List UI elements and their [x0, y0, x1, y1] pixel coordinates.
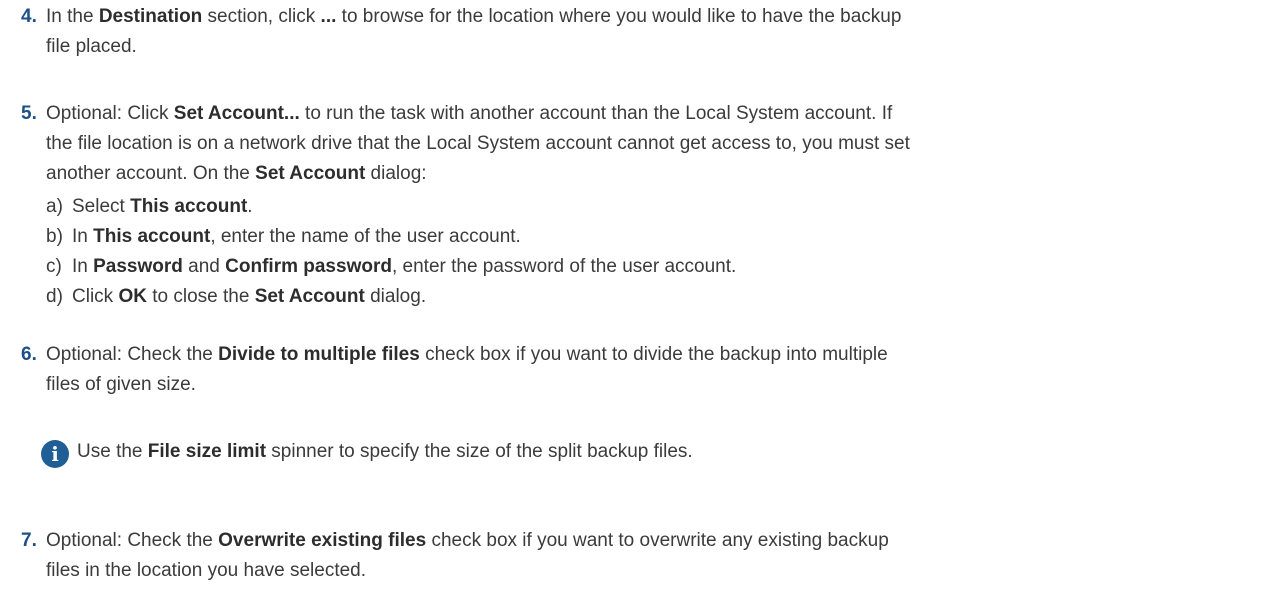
step-text: Optional: Check the Divide to multiple f… — [46, 344, 888, 395]
substep-d: d) Click OK to close the Set Account dial… — [46, 286, 427, 307]
note-text: Use the File size limit spinner to speci… — [77, 441, 693, 462]
substep-b: b) In This account, enter the name of the… — [46, 226, 521, 247]
set-account-term: Set Account... — [173, 103, 300, 124]
step-text: In the Destination section, click ... to… — [46, 6, 902, 57]
destination-term: Destination — [98, 6, 203, 27]
step-text: Optional: Check the Overwrite existing f… — [46, 530, 889, 581]
info-icon: i — [41, 440, 69, 468]
substep-c: c) In Password and Confirm password, ente… — [46, 256, 737, 277]
substep-a: a) Select This account. — [46, 196, 253, 217]
step-number: 4. — [21, 6, 37, 27]
step-number: 5. — [21, 103, 37, 124]
overwrite-files-term: Overwrite existing files — [218, 530, 427, 551]
divide-files-term: Divide to multiple files — [218, 344, 420, 365]
step-text: Optional: Click Set Account... to run th… — [46, 103, 910, 184]
step-number: 6. — [21, 344, 37, 365]
info-note: i Use the File size limit spinner to spe… — [41, 437, 1241, 469]
set-account-dialog-term: Set Account — [255, 163, 366, 184]
browse-term: ... — [320, 6, 337, 27]
step-number: 7. — [21, 530, 37, 551]
